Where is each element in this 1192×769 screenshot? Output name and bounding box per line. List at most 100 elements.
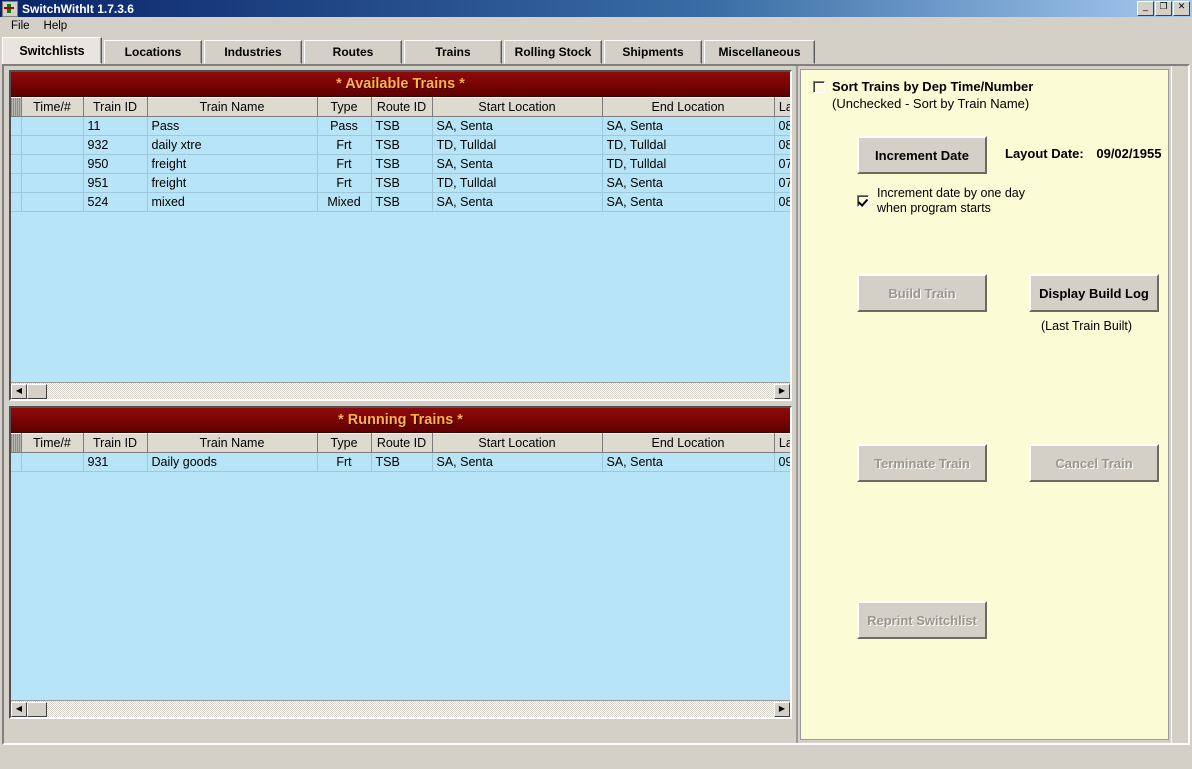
col-header-last[interactable]: Las <box>774 434 790 453</box>
tab-routes[interactable]: Routes <box>304 40 402 64</box>
col-header-time[interactable]: Time/# <box>21 98 83 117</box>
cell-last: 08/2 <box>774 193 790 212</box>
col-header-type[interactable]: Type <box>317 98 371 117</box>
minimize-button[interactable]: _ <box>1137 1 1154 16</box>
running-trains-grid[interactable]: Time/# Train ID Train Name Type Route ID… <box>11 433 790 700</box>
tab-miscellaneous[interactable]: Miscellaneous <box>704 40 815 64</box>
app-icon <box>2 1 18 17</box>
table-row[interactable]: 932 daily xtre Frt TSB TD, Tulldal TD, T… <box>11 136 790 155</box>
grid-corner-cell[interactable] <box>11 434 21 453</box>
cell-route-id: TSB <box>371 117 432 136</box>
terminate-train-button[interactable]: Terminate Train <box>857 444 987 482</box>
tab-industries[interactable]: Industries <box>204 40 302 64</box>
table-row[interactable]: 951 freight Frt TSB TD, Tulldal SA, Sent… <box>11 174 790 193</box>
col-header-end-location[interactable]: End Location <box>602 434 774 453</box>
tab-bar: Switchlists Locations Industries Routes … <box>0 35 1192 64</box>
scroll-left-arrow-icon[interactable]: ◀ <box>11 384 27 399</box>
display-build-log-button[interactable]: Display Build Log <box>1029 274 1159 312</box>
cell-start-location: TD, Tulldal <box>432 174 602 193</box>
tab-switchlists[interactable]: Switchlists <box>2 37 102 64</box>
tab-label: Shipments <box>622 45 683 59</box>
cell-type: Frt <box>317 453 371 472</box>
col-header-start-location[interactable]: Start Location <box>432 434 602 453</box>
scroll-thumb[interactable] <box>27 384 47 399</box>
col-header-train-name[interactable]: Train Name <box>147 434 317 453</box>
menu-item-file[interactable]: File <box>4 19 37 33</box>
col-header-train-name[interactable]: Train Name <box>147 98 317 117</box>
cell-start-location: SA, Senta <box>432 453 602 472</box>
scroll-thumb[interactable] <box>27 702 47 717</box>
window-titlebar[interactable]: SwitchWithIt 1.7.3.6 _ ❐ ✕ <box>0 0 1192 17</box>
cell-train-name: freight <box>147 155 317 174</box>
table-row[interactable]: 931 Daily goods Frt TSB SA, Senta SA, Se… <box>11 453 790 472</box>
scroll-left-arrow-icon[interactable]: ◀ <box>11 702 27 717</box>
tab-label: Routes <box>333 45 374 59</box>
available-trains-listbox: * Available Trains * Time/# Train ID <box>9 70 792 401</box>
col-header-time[interactable]: Time/# <box>21 434 83 453</box>
cell-time <box>21 453 83 472</box>
table-row[interactable]: 11 Pass Pass TSB SA, Senta SA, Senta 08/… <box>11 117 790 136</box>
tab-locations[interactable]: Locations <box>104 40 202 64</box>
menu-item-help[interactable]: Help <box>37 19 75 33</box>
col-header-last[interactable]: Las <box>774 98 790 117</box>
cell-train-name: Pass <box>147 117 317 136</box>
grid-corner-cell[interactable] <box>11 98 21 117</box>
table-row[interactable]: 524 mixed Mixed TSB SA, Senta SA, Senta … <box>11 193 790 212</box>
scroll-right-arrow-icon[interactable]: ▶ <box>774 384 790 399</box>
col-header-route-id[interactable]: Route ID <box>371 98 432 117</box>
build-train-button[interactable]: Build Train <box>857 274 987 312</box>
col-header-train-id[interactable]: Train ID <box>83 98 147 117</box>
table-header-row: Time/# Train ID Train Name Type Route ID… <box>11 434 790 453</box>
cell-route-id: TSB <box>371 174 432 193</box>
tab-trains[interactable]: Trains <box>404 40 502 64</box>
cell-type: Frt <box>317 155 371 174</box>
available-trains-empty-space <box>11 212 790 382</box>
cancel-train-button[interactable]: Cancel Train <box>1029 444 1159 482</box>
cell-time <box>21 193 83 212</box>
running-trains-hscrollbar[interactable]: ◀ ▶ <box>11 700 790 717</box>
cell-route-id: TSB <box>371 136 432 155</box>
tab-rolling-stock[interactable]: Rolling Stock <box>504 40 602 64</box>
running-trains-listbox: * Running Trains * Time/# Train ID <box>9 406 792 719</box>
menubar: File Help <box>0 17 1192 35</box>
switchlists-panel: * Available Trains * Time/# Train ID <box>2 64 1190 745</box>
cell-last: 07/0 <box>774 174 790 193</box>
sort-trains-subtext: (Unchecked - Sort by Train Name) <box>832 96 1156 111</box>
available-trains-body: 11 Pass Pass TSB SA, Senta SA, Senta 08/… <box>11 117 790 212</box>
cell-train-id: 951 <box>83 174 147 193</box>
available-trains-grid[interactable]: Time/# Train ID Train Name Type Route ID… <box>11 97 790 382</box>
increment-date-button[interactable]: Increment Date <box>857 136 987 174</box>
tab-label: Locations <box>125 45 182 59</box>
col-header-start-location[interactable]: Start Location <box>432 98 602 117</box>
table-header-row: Time/# Train ID Train Name Type Route ID… <box>11 98 790 117</box>
col-header-route-id[interactable]: Route ID <box>371 434 432 453</box>
scroll-right-arrow-icon[interactable]: ▶ <box>774 702 790 717</box>
trains-lists-pane: * Available Trains * Time/# Train ID <box>4 66 798 743</box>
cell-last: 08/2 <box>774 136 790 155</box>
cell-rowmark <box>11 174 21 193</box>
col-header-type[interactable]: Type <box>317 434 371 453</box>
cell-rowmark <box>11 155 21 174</box>
maximize-button[interactable]: ❐ <box>1155 1 1172 16</box>
sort-trains-checkbox[interactable] <box>813 81 825 93</box>
reprint-switchlist-button[interactable]: Reprint Switchlist <box>857 601 987 639</box>
cell-rowmark <box>11 193 21 212</box>
cell-end-location: TD, Tulldal <box>602 136 774 155</box>
running-trains-body: 931 Daily goods Frt TSB SA, Senta SA, Se… <box>11 453 790 472</box>
increment-on-start-checkbox-row[interactable]: Increment date by one day when program s… <box>857 186 1025 216</box>
sort-trains-checkbox-row[interactable]: Sort Trains by Dep Time/Number <box>813 79 1156 94</box>
cell-train-id: 932 <box>83 136 147 155</box>
tab-label: Industries <box>224 45 281 59</box>
close-button[interactable]: ✕ <box>1173 1 1190 16</box>
available-trains-hscrollbar[interactable]: ◀ ▶ <box>11 382 790 399</box>
increment-on-start-label-line1: Increment date by one day <box>877 186 1025 201</box>
increment-on-start-checkbox[interactable] <box>857 195 869 207</box>
col-header-end-location[interactable]: End Location <box>602 98 774 117</box>
minimize-icon: _ <box>1138 1 1153 12</box>
col-header-train-id[interactable]: Train ID <box>83 434 147 453</box>
cell-time <box>21 174 83 193</box>
cell-start-location: SA, Senta <box>432 193 602 212</box>
tab-shipments[interactable]: Shipments <box>604 40 702 64</box>
table-row[interactable]: 950 freight Frt TSB SA, Senta TD, Tullda… <box>11 155 790 174</box>
tab-label: Switchlists <box>19 44 84 58</box>
